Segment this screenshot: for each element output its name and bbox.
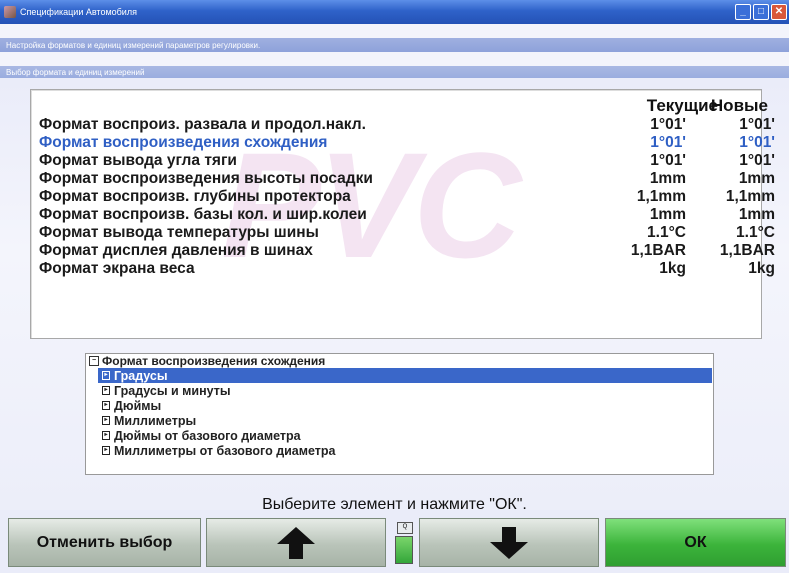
option-inches-base-diameter[interactable]: ▸ Дюймы от базового диаметра: [98, 428, 712, 443]
option-inches[interactable]: ▸ Дюймы: [98, 398, 712, 413]
section-header: Настройка форматов и единиц измерений па…: [0, 38, 789, 52]
row-label: Формат воспроизв. базы кол. и шир.колеи: [39, 206, 367, 223]
row-current-value: 1,1mm: [636, 188, 686, 205]
main-area: PVC Текущие Новые Формат воспроиз. разва…: [0, 78, 789, 513]
row-label: Формат дисплея давления в шинах: [39, 242, 313, 259]
section-subheader: Выбор формата и единиц измерений: [0, 66, 789, 78]
row-new-value: 1°01': [739, 116, 775, 133]
format-table-panel: PVC Текущие Новые Формат воспроиз. разва…: [30, 89, 775, 339]
row-label: Формат воспроизведения высоты посадки: [39, 170, 373, 187]
row-current-value: 1°01': [650, 134, 686, 151]
row-current-value: 1,1BAR: [630, 242, 686, 259]
table-row[interactable]: Формат дисплея давления в шинах 1,1BAR 1…: [39, 242, 775, 260]
bullet-icon: ▸: [102, 371, 110, 380]
arrow-up-icon: [277, 526, 315, 559]
table-row[interactable]: Формат воспроизведения высоты посадки 1m…: [39, 170, 775, 188]
row-current-value: 1mm: [649, 206, 686, 223]
bullet-icon: ▸: [102, 431, 110, 440]
indicator-bar: [395, 536, 413, 564]
level-indicator: Q: [395, 522, 413, 566]
table-row[interactable]: Формат воспроизв. базы кол. и шир.колеи …: [39, 206, 775, 224]
table-row-selected[interactable]: Формат воспроизведения схождения 1°01' 1…: [39, 134, 775, 152]
window-title: Спецификации Автомобиля: [20, 7, 137, 17]
ok-button[interactable]: ОК: [605, 518, 786, 567]
bullet-icon: ▸: [102, 401, 110, 410]
table-row[interactable]: Формат воспроизв. глубины протектора 1,1…: [39, 188, 775, 206]
options-header-label: Формат воспроизведения схождения: [102, 354, 326, 368]
option-label: Дюймы: [114, 398, 162, 413]
format-rows: Формат воспроиз. развала и продол.накл. …: [39, 116, 775, 278]
row-current-value: 1°01': [650, 116, 686, 133]
row-label: Формат вывода температуры шины: [39, 224, 319, 241]
row-new-value: 1kg: [748, 260, 775, 277]
option-label: Дюймы от базового диаметра: [114, 428, 301, 443]
row-current-value: 1kg: [659, 260, 686, 277]
row-label: Формат воспроизведения схождения: [39, 134, 328, 151]
option-millimeters[interactable]: ▸ Миллиметры: [98, 413, 712, 428]
app-icon: [4, 6, 16, 18]
table-row[interactable]: Формат экрана веса 1kg 1kg: [39, 260, 775, 278]
close-button[interactable]: ✕: [771, 4, 787, 20]
option-label: Градусы и минуты: [114, 383, 231, 398]
row-new-value: 1,1BAR: [719, 242, 775, 259]
option-degrees-minutes[interactable]: ▸ Градусы и минуты: [98, 383, 712, 398]
option-mm-base-diameter[interactable]: ▸ Миллиметры от базового диаметра: [98, 443, 712, 458]
row-new-value: 1,1mm: [725, 188, 775, 205]
row-new-value: 1.1°C: [736, 224, 775, 241]
row-current-value: 1°01': [650, 152, 686, 169]
indicator-cap-icon: Q: [397, 522, 413, 534]
cancel-selection-button[interactable]: Отменить выбор: [8, 518, 201, 567]
row-label: Формат воспроизв. глубины протектора: [39, 188, 351, 205]
row-new-value: 1mm: [738, 170, 775, 187]
move-up-button[interactable]: [206, 518, 386, 567]
arrow-down-icon: [490, 526, 528, 559]
options-header[interactable]: − Формат воспроизведения схождения: [86, 354, 713, 368]
row-current-value: 1.1°C: [647, 224, 686, 241]
maximize-button[interactable]: □: [753, 4, 769, 20]
row-label: Формат вывода угла тяги: [39, 152, 237, 169]
row-label: Формат воспроиз. развала и продол.накл.: [39, 116, 366, 133]
option-degrees[interactable]: ▸ Градусы: [98, 368, 712, 383]
ok-button-label: ОК: [684, 533, 707, 551]
row-new-value: 1°01': [739, 152, 775, 169]
row-new-value: 1mm: [738, 206, 775, 223]
row-new-value: 1°01': [739, 134, 775, 151]
table-row[interactable]: Формат вывода угла тяги 1°01' 1°01': [39, 152, 775, 170]
row-current-value: 1mm: [649, 170, 686, 187]
window-controls: _ □ ✕: [735, 4, 787, 20]
move-down-button[interactable]: [419, 518, 599, 567]
collapse-icon[interactable]: −: [89, 356, 99, 366]
option-label: Миллиметры от базового диаметра: [114, 443, 336, 458]
cancel-button-label: Отменить выбор: [36, 533, 173, 551]
format-options-list: − Формат воспроизведения схождения ▸ Гра…: [85, 353, 714, 475]
minimize-button[interactable]: _: [735, 4, 751, 20]
bullet-icon: ▸: [102, 446, 110, 455]
bullet-icon: ▸: [102, 416, 110, 425]
table-row[interactable]: Формат вывода температуры шины 1.1°C 1.1…: [39, 224, 775, 242]
column-header-new: Новые: [710, 96, 768, 115]
bullet-icon: ▸: [102, 386, 110, 395]
row-label: Формат экрана веса: [39, 260, 195, 277]
table-row[interactable]: Формат воспроиз. развала и продол.накл. …: [39, 116, 775, 134]
option-label: Миллиметры: [114, 413, 197, 428]
option-label: Градусы: [114, 368, 168, 383]
title-bar: Спецификации Автомобиля _ □ ✕: [0, 0, 789, 24]
